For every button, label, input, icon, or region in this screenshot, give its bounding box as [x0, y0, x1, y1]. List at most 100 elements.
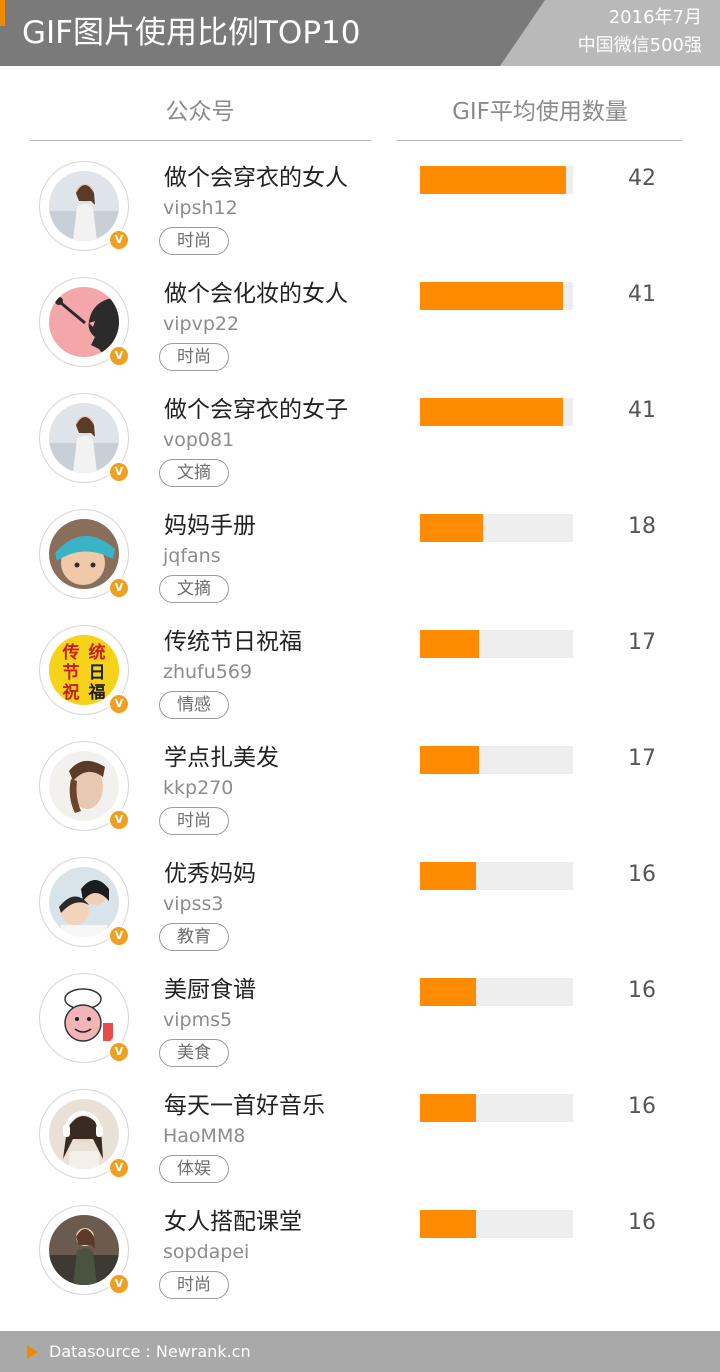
festival-greeting-icon: 传 统 节 日 祝 福: [49, 635, 119, 705]
account-id: zhufu569: [163, 661, 253, 683]
avatar[interactable]: V: [39, 509, 130, 599]
chef-cartoon-icon: [49, 983, 119, 1053]
list-item: 传 统 节 日 祝 福 V 传统节日祝福 zhufu569 情感 17: [0, 611, 720, 727]
category-tag[interactable]: 体娱: [159, 1155, 229, 1183]
category-tag[interactable]: 文摘: [159, 459, 229, 487]
category-tag[interactable]: 时尚: [159, 807, 229, 835]
bar: [420, 1210, 476, 1238]
data-label: 16: [628, 978, 656, 1003]
data-label: 42: [628, 166, 656, 191]
category-tag[interactable]: 时尚: [159, 343, 229, 371]
play-arrow-icon: [27, 1345, 38, 1359]
braided-hair-icon: [49, 751, 119, 821]
account-name[interactable]: 做个会穿衣的女子: [164, 395, 348, 425]
data-label: 17: [628, 630, 656, 655]
category-tag[interactable]: 时尚: [159, 227, 229, 255]
baby-hat-icon: [49, 519, 119, 589]
avatar[interactable]: V: [39, 857, 130, 947]
list-item: V 学点扎美发 kkp270 时尚 17: [0, 727, 720, 843]
avatar[interactable]: V: [39, 277, 130, 367]
category-tag[interactable]: 教育: [159, 923, 229, 951]
verified-badge-icon: V: [108, 925, 130, 947]
account-name[interactable]: 传统节日祝福: [164, 627, 302, 657]
header-banner: GIF图片使用比例TOP10 2016年7月 中国微信500强: [0, 0, 720, 66]
svg-text:节: 节: [63, 662, 80, 683]
bar-track: [420, 862, 573, 890]
bar-track: [420, 1210, 573, 1238]
account-id: kkp270: [163, 777, 234, 799]
account-id: vipvp22: [163, 313, 240, 335]
headphones-girl-icon: [49, 1099, 119, 1169]
column-divider-right: [397, 140, 682, 141]
list-item: V 做个会化妆的女人 vipvp22 时尚 41: [0, 263, 720, 379]
list-item: V 做个会穿衣的女子 vop081 文摘 41: [0, 379, 720, 495]
avatar[interactable]: V: [39, 393, 130, 483]
bar-track: [420, 746, 573, 774]
data-label: 18: [628, 514, 656, 539]
account-name[interactable]: 每天一首好音乐: [164, 1091, 325, 1121]
account-name[interactable]: 做个会穿衣的女人: [164, 163, 348, 193]
verified-badge-icon: V: [108, 693, 130, 715]
account-id: vop081: [163, 429, 235, 451]
account-name[interactable]: 妈妈手册: [164, 511, 256, 541]
account-name[interactable]: 做个会化妆的女人: [164, 279, 348, 309]
data-label: 41: [628, 398, 656, 423]
footer-bar: Datasource : Newrank.cn: [0, 1331, 720, 1372]
bar-track: [420, 630, 573, 658]
svg-text:祝: 祝: [63, 683, 80, 703]
bar: [420, 166, 566, 194]
verified-badge-icon: V: [108, 1157, 130, 1179]
woman-portrait-icon: [49, 171, 119, 241]
category-tag[interactable]: 文摘: [159, 575, 229, 603]
bar: [420, 1094, 476, 1122]
svg-text:传: 传: [62, 642, 80, 663]
bar-track: [420, 398, 573, 426]
verified-badge-icon: V: [108, 1041, 130, 1063]
list-item: V 妈妈手册 jqfans 文摘 18: [0, 495, 720, 611]
avatar[interactable]: V: [39, 973, 130, 1063]
bar: [420, 398, 563, 426]
account-name[interactable]: 优秀妈妈: [164, 859, 256, 889]
bar-track: [420, 1094, 573, 1122]
bar: [420, 630, 479, 658]
data-source: Datasource : Newrank.cn: [49, 1342, 251, 1361]
verified-badge-icon: V: [108, 1273, 130, 1295]
account-name[interactable]: 美厨食谱: [164, 975, 256, 1005]
list-item: V 女人搭配课堂 sopdapei 时尚 16: [0, 1191, 720, 1307]
column-header-account: 公众号: [165, 99, 235, 125]
account-id: HaoMM8: [163, 1125, 246, 1147]
category-tag[interactable]: 情感: [159, 691, 229, 719]
bar-track: [420, 282, 573, 310]
bar-track: [420, 166, 573, 194]
avatar[interactable]: V: [39, 1205, 130, 1295]
data-label: 16: [628, 1094, 656, 1119]
account-id: vipss3: [163, 893, 224, 915]
avatar[interactable]: V: [39, 741, 130, 831]
verified-badge-icon: V: [108, 461, 130, 483]
account-name[interactable]: 女人搭配课堂: [164, 1207, 302, 1237]
verified-badge-icon: V: [108, 809, 130, 831]
data-label: 41: [628, 282, 656, 307]
category-tag[interactable]: 美食: [159, 1039, 229, 1067]
account-id: sopdapei: [163, 1241, 250, 1263]
header-accent-mark: [0, 0, 5, 26]
svg-text:日: 日: [89, 663, 106, 683]
bar: [420, 514, 483, 542]
category-tag[interactable]: 时尚: [159, 1271, 229, 1299]
avatar[interactable]: 传 统 节 日 祝 福 V: [39, 625, 130, 715]
bar: [420, 746, 479, 774]
column-divider-left: [30, 140, 371, 141]
chart-title: GIF图片使用比例TOP10: [22, 15, 361, 51]
verified-badge-icon: V: [108, 229, 130, 251]
verified-badge-icon: V: [108, 345, 130, 367]
list-item: V 每天一首好音乐 HaoMM8 体娱 16: [0, 1075, 720, 1191]
bar: [420, 862, 476, 890]
bar: [420, 978, 476, 1006]
account-id: vipms5: [163, 1009, 233, 1031]
list-item: V 美厨食谱 vipms5 美食 16: [0, 959, 720, 1075]
account-name[interactable]: 学点扎美发: [164, 743, 279, 773]
account-id: vipsh12: [163, 197, 238, 219]
avatar[interactable]: V: [39, 1089, 130, 1179]
makeup-silhouette-icon: [49, 287, 119, 357]
avatar[interactable]: V: [39, 161, 130, 251]
